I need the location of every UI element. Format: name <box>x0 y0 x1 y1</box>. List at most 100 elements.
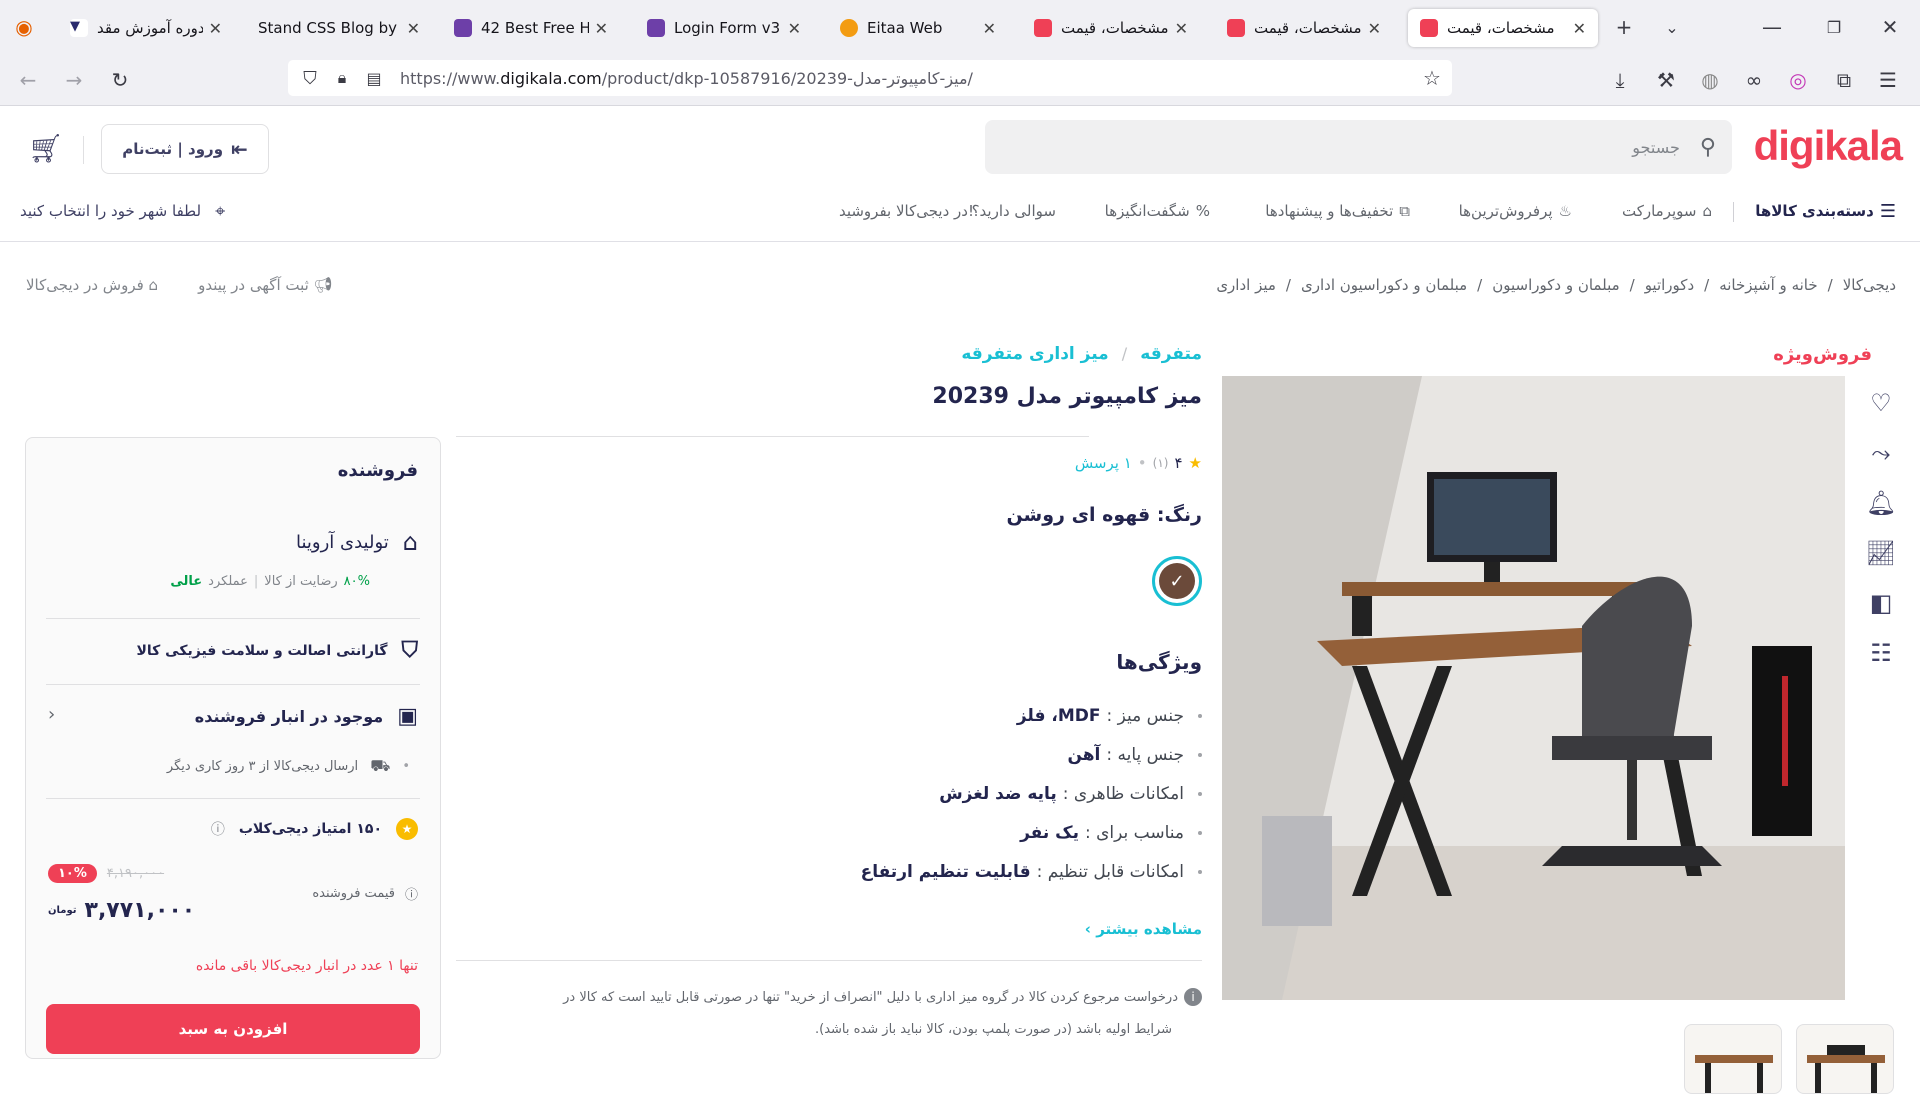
feature-key: امکانات قابل تنظیم : <box>1036 862 1184 882</box>
categories-menu[interactable]: دسته‌بندی کالاها ☰ <box>1755 196 1896 226</box>
lock-icon[interactable]: 🔒︎ <box>330 66 354 90</box>
back-icon[interactable]: ← <box>16 68 40 92</box>
breadcrumb-item[interactable]: خانه و آشپزخانه <box>1719 276 1817 294</box>
product-image[interactable] <box>1222 376 1845 1000</box>
add-to-list-icon[interactable]: ☷ <box>1864 628 1898 678</box>
shield-icon[interactable]: ⛉ <box>298 66 322 90</box>
digikala-logo[interactable]: digikala <box>1754 122 1903 170</box>
tab-bar: ◉ ▼ دوره آموزش مقد ✕ Stand CSS Blog by T… <box>0 0 1920 54</box>
window-close-icon[interactable]: ✕ <box>1878 15 1902 39</box>
share-icon[interactable]: ⤳ <box>1864 428 1898 478</box>
sell-on-digikala-link[interactable]: فروش در دیجی‌کالا ⌂ <box>26 276 158 294</box>
compare-icon[interactable]: ◧ <box>1864 578 1898 628</box>
notification-bell-icon[interactable]: 🔔︎ <box>1864 478 1898 528</box>
city-selector[interactable]: لطفا شهر خود را انتخاب کنید ⌖ <box>20 196 225 226</box>
cart-icon[interactable]: 🛒︎ <box>28 132 64 165</box>
globe-icon[interactable]: ◍ <box>1698 68 1722 92</box>
stock-row[interactable]: ▣ موجود در انبار فروشنده <box>195 704 418 729</box>
breadcrumb-item[interactable]: مبلمان و دکوراسیون <box>1492 276 1619 294</box>
questions-link[interactable]: ۱ پرسش <box>1075 454 1132 472</box>
tab-close-icon[interactable]: ✕ <box>209 19 222 38</box>
info-circle-icon[interactable]: ⓘ <box>405 884 418 903</box>
restore-icon[interactable]: ❐ <box>1822 15 1846 39</box>
menu-sell[interactable]: در دیجی‌کالا بفروشید! <box>839 196 974 226</box>
price-chart-icon[interactable]: 📈︎ <box>1864 528 1898 578</box>
hamburger-menu-icon[interactable]: ☰ <box>1876 68 1900 92</box>
puzzle-icon[interactable]: ⧉ <box>1832 68 1856 92</box>
favorite-heart-icon[interactable]: ♡ <box>1864 378 1898 428</box>
tab-favicon-icon <box>454 19 472 37</box>
old-price: ۴,۱۹۰,۰۰۰ <box>106 866 165 881</box>
search-input[interactable]: جستجو ⚲ <box>985 120 1732 174</box>
sell-label: در دیجی‌کالا بفروشید! <box>838 202 974 220</box>
tab-close-icon[interactable]: ✕ <box>595 19 608 38</box>
new-tab-icon[interactable]: + <box>1612 15 1636 39</box>
tab-2[interactable]: Stand CSS Blog by Ten ✕ <box>246 9 432 47</box>
bookmark-star-icon[interactable]: ☆ <box>1420 66 1444 90</box>
tab-favicon-icon <box>1227 19 1245 37</box>
chevron-left-icon[interactable]: ‹ <box>48 704 55 725</box>
firefox-icon[interactable]: ◉ <box>12 15 36 39</box>
color-label: رنگ: <box>1156 504 1202 526</box>
tab-6[interactable]: مشخصات، قیمت ✕ <box>1022 9 1200 47</box>
breadcrumb-item[interactable]: میز اداری <box>1216 276 1276 294</box>
tab-3[interactable]: 42 Best Free HTML ✕ <box>442 9 620 47</box>
url-bar[interactable]: ⛉ 🔒︎ ▤ https://www.digikala.com/product/… <box>288 60 1452 96</box>
color-picker-icon[interactable]: ◎ <box>1786 68 1810 92</box>
pindo-label: ثبت آگهی در پیندو <box>198 276 309 294</box>
breadcrumb-item[interactable]: مبلمان و دکوراسیون اداری <box>1301 276 1467 294</box>
category-link[interactable]: میز اداری متفرقه <box>961 344 1108 364</box>
reload-icon[interactable]: ↻ <box>108 68 132 92</box>
breadcrumb-item[interactable]: دکوراتیو <box>1645 276 1694 294</box>
tab-list-icon[interactable]: ⌄ <box>1660 15 1684 39</box>
extension-icon[interactable]: ∞ <box>1742 68 1766 92</box>
seller-separator <box>46 684 420 685</box>
tools-icon[interactable]: ⚒ <box>1654 68 1678 92</box>
forward-icon[interactable]: → <box>62 68 86 92</box>
shield-check-icon: ⛉ <box>401 638 418 663</box>
tab-5[interactable]: Eitaa Web ✕ <box>828 9 1008 47</box>
tab-close-icon[interactable]: ✕ <box>407 19 420 38</box>
tab-7[interactable]: مشخصات، قیمت ✕ <box>1215 9 1393 47</box>
return-note-line-1: درخواست مرجوع کردن کالا در گروه میز ادار… <box>563 990 1178 1005</box>
menu-questions[interactable]: سوالی دارید؟ <box>972 196 1056 226</box>
reader-icon[interactable]: ▤ <box>362 66 386 90</box>
tab-close-icon[interactable]: ✕ <box>1368 19 1381 38</box>
feature-key: مناسب برای : <box>1084 823 1184 843</box>
tab-title: مشخصات، قیمت <box>1447 19 1555 37</box>
thumbnail-1[interactable] <box>1796 1024 1894 1094</box>
tab-close-icon[interactable]: ✕ <box>788 19 801 38</box>
seller-name-row[interactable]: ⌂ تولیدی آروینا <box>296 528 418 556</box>
thumbnail-2[interactable] <box>1684 1024 1782 1094</box>
pindo-link[interactable]: ثبت آگهی در پیندو 📢︎ <box>198 276 333 294</box>
color-swatch-selected[interactable]: ✓ <box>1152 556 1202 606</box>
tab-close-icon[interactable]: ✕ <box>983 19 996 38</box>
login-button[interactable]: ورود | ثبت‌نام ⇤ <box>101 124 269 174</box>
add-to-cart-button[interactable]: افزودن به سبد <box>46 1004 420 1054</box>
download-icon[interactable]: ⤓ <box>1608 68 1632 92</box>
brand-link[interactable]: متفرقه <box>1140 344 1202 364</box>
menu-bestsellers[interactable]: پرفروش‌ترین‌ها ♨ <box>1459 196 1572 226</box>
login-label: ورود | ثبت‌نام <box>122 140 224 158</box>
see-more-link[interactable]: مشاهده بیشتر › <box>446 920 1202 938</box>
minimize-icon[interactable]: — <box>1760 15 1784 39</box>
tab-title: دوره آموزش مقد <box>97 19 203 37</box>
tab-close-icon[interactable]: ✕ <box>1175 19 1188 38</box>
star-icon: ★ <box>1188 454 1202 472</box>
tab-1[interactable]: ▼ دوره آموزش مقد ✕ <box>58 9 234 47</box>
top-links: فروش در دیجی‌کالا ⌂ ثبت آگهی در پیندو 📢︎ <box>26 276 333 294</box>
info-circle-icon[interactable]: ⓘ <box>211 819 225 839</box>
menu-amazing[interactable]: شگفت‌انگیزها% <box>1105 196 1210 226</box>
menu-supermarket[interactable]: سوپرمارکت ⌂ <box>1622 196 1712 226</box>
menu-icon: ☰ <box>1879 200 1896 222</box>
tab-8-active[interactable]: مشخصات، قیمت ✕ <box>1408 9 1598 47</box>
url-domain: digikala.com <box>500 68 602 88</box>
features-list: جنس میز : MDF، فلز جنس پایه : آهن امکانات … <box>446 706 1202 901</box>
features-title: ویژگی‌ها <box>1116 650 1202 674</box>
menu-discounts[interactable]: تخفیف‌ها و پیشنهادها ⧉ <box>1265 196 1410 226</box>
tab-close-icon[interactable]: ✕ <box>1573 19 1586 38</box>
feature-item: امکانات قابل تنظیم : قابلیت تنظیم ارتفاع <box>446 862 1202 882</box>
rating-count: (۱) <box>1152 456 1169 470</box>
tab-4[interactable]: Login Form v3 by C ✕ <box>635 9 813 47</box>
breadcrumb-item[interactable]: دیجی‌کالا <box>1843 276 1896 294</box>
